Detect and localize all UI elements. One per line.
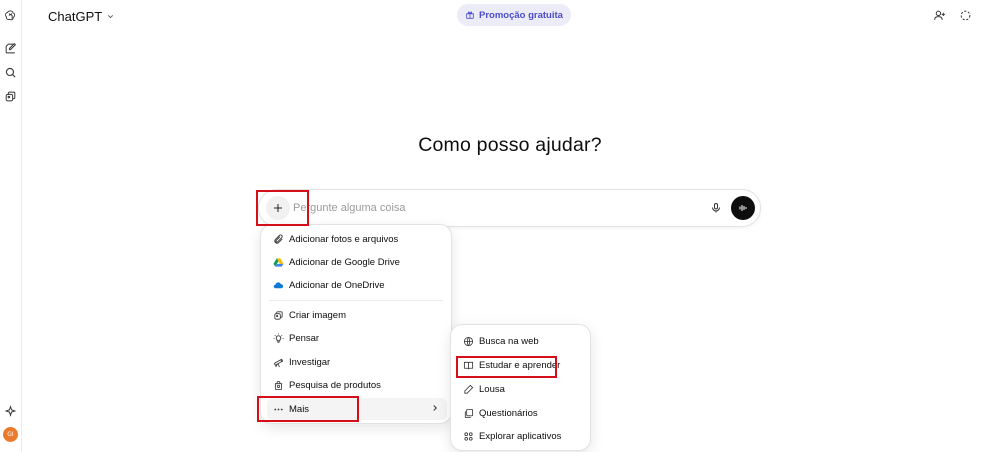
menu-item-label: Lousa — [479, 383, 505, 395]
menu-item-label: Explorar aplicativos — [479, 430, 562, 442]
model-name: ChatGPT — [48, 8, 103, 24]
shopping-bag-icon — [272, 379, 284, 391]
menu-item-label: Busca na web — [479, 335, 539, 347]
apps-grid-icon — [462, 430, 474, 442]
menu-item-more[interactable]: Mais — [267, 398, 447, 420]
more-dots-icon — [272, 403, 284, 415]
image-create-icon — [272, 309, 284, 321]
menu-item-investigate[interactable]: Investigar — [267, 351, 447, 373]
menu-item-add-files[interactable]: Adicionar fotos e arquivos — [267, 228, 447, 250]
menu-item-study-learn[interactable]: Estudar e aprender — [457, 354, 586, 376]
menu-item-think[interactable]: Pensar — [267, 327, 447, 349]
chatgpt-logo-icon[interactable] — [3, 8, 17, 22]
globe-icon — [462, 335, 474, 347]
menu-item-google-drive[interactable]: Adicionar de Google Drive — [267, 251, 447, 273]
menu-item-product-research[interactable]: Pesquisa de produtos — [267, 374, 447, 396]
menu-item-explore-apps[interactable]: Explorar aplicativos — [457, 425, 586, 447]
voice-mode-button[interactable] — [731, 196, 755, 220]
sparkle-icon[interactable] — [3, 404, 17, 418]
microphone-icon[interactable] — [709, 201, 723, 215]
book-icon — [462, 359, 474, 371]
menu-item-onedrive[interactable]: Adicionar de OneDrive — [267, 274, 447, 296]
composer — [258, 189, 761, 227]
menu-item-label: Criar imagem — [289, 309, 347, 321]
chevron-down-icon — [108, 14, 114, 18]
sidebar: GI — [0, 0, 22, 452]
chevron-right-icon — [433, 405, 437, 411]
gift-icon — [466, 11, 474, 19]
paperclip-icon — [272, 233, 284, 245]
menu-item-label: Pesquisa de produtos — [289, 379, 381, 391]
quiz-cards-icon — [462, 407, 474, 419]
attach-menu: Adicionar fotos e arquivos Adicionar de … — [260, 224, 452, 424]
add-user-icon[interactable] — [932, 8, 946, 22]
promo-label: Promoção gratuita — [479, 9, 563, 21]
model-picker[interactable]: ChatGPT — [48, 8, 115, 24]
menu-divider — [269, 300, 443, 301]
menu-item-label: Mais — [289, 403, 310, 415]
new-chat-icon[interactable] — [3, 41, 17, 55]
menu-item-label: Pensar — [289, 332, 320, 344]
pen-icon — [462, 383, 474, 395]
waveform-icon — [739, 204, 747, 212]
plus-icon — [274, 204, 282, 212]
menu-item-label: Investigar — [289, 356, 331, 368]
menu-item-web-search[interactable]: Busca na web — [457, 330, 586, 352]
onedrive-icon — [272, 279, 284, 291]
menu-item-label: Adicionar fotos e arquivos — [289, 233, 399, 245]
menu-item-label: Adicionar de Google Drive — [289, 256, 400, 268]
menu-item-label: Questionários — [479, 407, 538, 419]
prompt-input[interactable] — [293, 200, 693, 216]
avatar[interactable]: GI — [3, 427, 18, 442]
lightbulb-icon — [272, 332, 284, 344]
menu-item-quizzes[interactable]: Questionários — [457, 402, 586, 424]
google-drive-icon — [272, 256, 284, 268]
attach-button[interactable] — [266, 196, 290, 220]
page-title: Como posso ajudar? — [418, 134, 602, 156]
temporary-chat-icon[interactable] — [958, 8, 972, 22]
menu-item-label: Estudar e aprender — [479, 359, 561, 371]
menu-item-label: Adicionar de OneDrive — [289, 279, 385, 291]
telescope-icon — [272, 356, 284, 368]
more-submenu: Busca na web Estudar e aprender Lousa Qu… — [450, 324, 591, 451]
menu-item-canvas[interactable]: Lousa — [457, 378, 586, 400]
promo-button[interactable]: Promoção gratuita — [457, 4, 571, 26]
library-icon[interactable] — [3, 89, 17, 103]
search-icon[interactable] — [3, 65, 17, 79]
menu-item-create-image[interactable]: Criar imagem — [267, 304, 447, 326]
